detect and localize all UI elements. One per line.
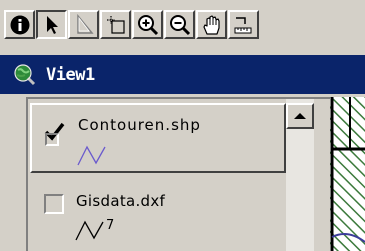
layer-visibility-checkbox[interactable] bbox=[44, 122, 66, 146]
zoom-out-button[interactable] bbox=[164, 10, 195, 39]
layer-entry-contouren[interactable]: Contouren.shp bbox=[30, 103, 286, 173]
view-globe-icon bbox=[14, 63, 36, 85]
zoom-out-icon bbox=[169, 14, 190, 35]
identify-button[interactable] bbox=[4, 10, 35, 39]
map-hatch-pattern bbox=[330, 97, 365, 251]
pan-hand-icon bbox=[202, 14, 220, 35]
window-left-edge bbox=[0, 94, 26, 251]
view-titlebar[interactable]: View1 bbox=[0, 55, 365, 94]
select-feature-icon bbox=[106, 15, 125, 34]
pointer-arrow-icon bbox=[46, 15, 58, 34]
window-title: View1 bbox=[46, 64, 95, 85]
vertex-edit-icon bbox=[76, 13, 94, 34]
line-symbol-icon bbox=[77, 145, 106, 166]
zoom-in-icon bbox=[137, 14, 158, 35]
layer-name: Contouren.shp bbox=[78, 116, 201, 134]
table-of-contents: Contouren.shp Gisdata.dxf 7 bbox=[26, 97, 330, 251]
info-icon bbox=[10, 15, 29, 34]
arrow-up-icon bbox=[294, 113, 306, 119]
layer-visibility-checkbox[interactable] bbox=[44, 194, 64, 214]
layer-entry-gisdata[interactable]: Gisdata.dxf 7 bbox=[30, 179, 286, 249]
scroll-up-button[interactable] bbox=[286, 103, 314, 129]
measure-icon bbox=[234, 16, 251, 33]
zoom-in-button[interactable] bbox=[132, 10, 163, 39]
vertex-edit-button[interactable] bbox=[68, 10, 99, 39]
line-symbol-icon bbox=[75, 220, 104, 241]
pointer-button[interactable] bbox=[36, 10, 67, 39]
legend-label: 7 bbox=[106, 218, 116, 233]
layer-name: Gisdata.dxf bbox=[76, 192, 166, 210]
toc-scrollbar[interactable] bbox=[286, 99, 314, 251]
measure-button[interactable] bbox=[228, 10, 259, 39]
pan-button[interactable] bbox=[196, 10, 227, 39]
select-feature-button[interactable] bbox=[100, 10, 131, 39]
toc-splitter[interactable] bbox=[314, 99, 330, 251]
toolbar bbox=[0, 0, 365, 47]
map-display[interactable] bbox=[330, 97, 365, 251]
